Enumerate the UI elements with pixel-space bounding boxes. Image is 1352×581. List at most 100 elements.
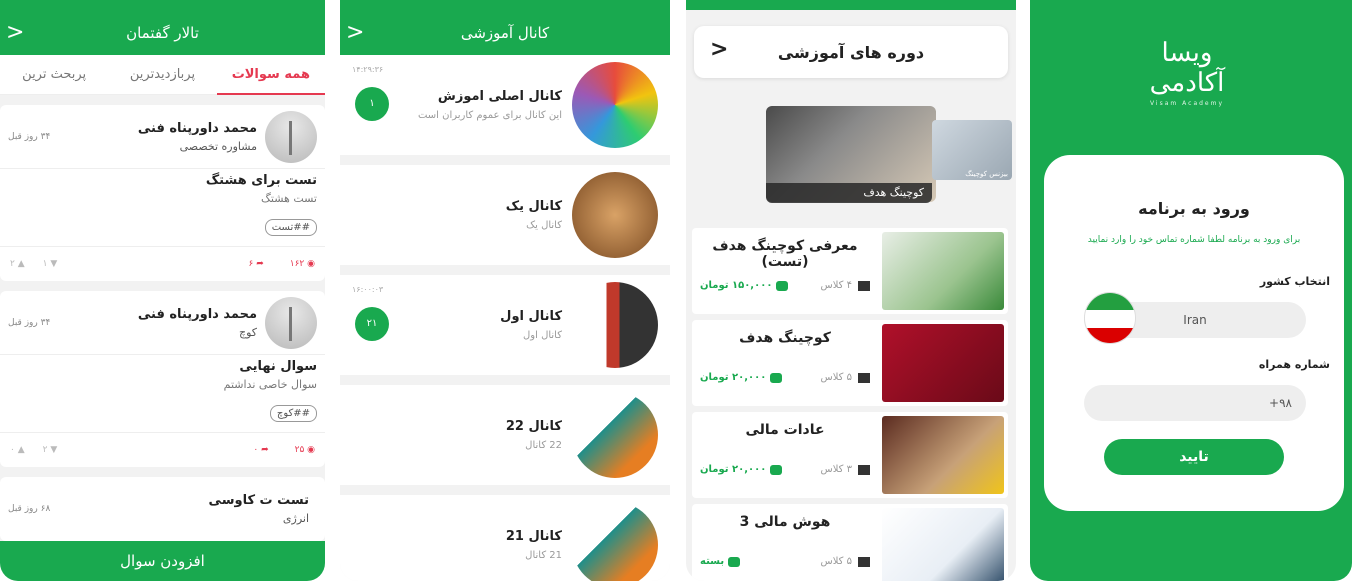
channel-title: کانال یک — [505, 199, 562, 214]
status-bar — [686, 0, 1016, 10]
dislike-button[interactable]: ▼ ۲ — [43, 445, 58, 455]
author-role: مشاوره تخصصی — [179, 139, 257, 153]
course-card[interactable]: هوش مالی 3 ۵ کلاس بسته — [692, 504, 1008, 581]
channel-image — [572, 392, 658, 478]
dislike-button[interactable]: ▼ ۱ — [43, 259, 58, 269]
channel-time: ۱۴:۲۹:۳۶ — [352, 65, 384, 74]
avatar — [265, 110, 317, 163]
coins-icon — [776, 280, 789, 291]
submit-button[interactable]: تایید — [1104, 439, 1284, 475]
channel-item[interactable]: کانال اصلی اموزش این کانال برای عموم کار… — [340, 55, 670, 155]
question-subtitle: تست هشتگ — [261, 192, 317, 205]
forum-screen: < تالار گفتمان همه سوالات پربازدیدترین پ… — [0, 0, 325, 581]
course-price: ۱۵۰,۰۰۰ تومان — [700, 280, 789, 291]
class-count: ۵ کلاس — [821, 372, 870, 383]
tab-most-viewed[interactable]: پربازدیدترین — [108, 55, 216, 95]
tab-all-questions[interactable]: همه سوالات — [216, 55, 325, 95]
unread-badge: ۱ — [355, 87, 389, 121]
question-title: سوال نهایی — [239, 359, 317, 374]
course-image — [882, 232, 1004, 310]
author-name: تست ت کاوسی — [208, 493, 309, 508]
author-name: محمد داورپناه فنی — [137, 306, 257, 322]
like-button[interactable]: ▲ ۰ — [10, 445, 25, 455]
question-card[interactable]: محمد داورپناه فنی مشاوره تخصصی ۳۴ روز قب… — [0, 105, 325, 281]
login-title: ورود به برنامه — [1138, 199, 1250, 218]
course-title: عادات مالی — [745, 422, 825, 438]
course-image — [882, 416, 1004, 494]
status-bar — [0, 0, 325, 10]
comment-count[interactable]: ➦ ۶ — [249, 259, 264, 269]
like-button[interactable]: ▲ ۲ — [10, 259, 25, 269]
phone-input[interactable]: +۹۸ — [1084, 385, 1306, 421]
question-card[interactable]: تست ت کاوسی انرژی ۶۸ روز قبل — [0, 477, 325, 541]
coins-icon — [770, 464, 783, 475]
add-question-button[interactable]: افزودن سوال — [0, 541, 325, 581]
course-image — [882, 324, 1004, 402]
iran-flag-icon — [1084, 292, 1136, 344]
back-icon[interactable]: < — [6, 20, 24, 45]
course-title: کوچینگ هدف — [739, 330, 831, 346]
channel-desc: 22 کانال — [525, 440, 562, 451]
channel-item[interactable]: کانال 21 21 کانال — [340, 495, 670, 581]
channel-desc: 21 کانال — [525, 550, 562, 561]
unread-badge: ۲۱ — [355, 307, 389, 341]
banner-caption: کوچینگ هدف — [766, 183, 932, 203]
question-card[interactable]: محمد داورپناه فنی کوچ ۳۴ روز قبل سوال نه… — [0, 291, 325, 467]
country-label: انتخاب کشور — [1259, 275, 1330, 288]
phone-label: شماره همراه — [1258, 358, 1330, 371]
channel-title: کانال 21 — [505, 529, 562, 544]
page-title: دوره های آموزشی — [777, 42, 925, 62]
channels-header: < کانال آموزشی — [340, 10, 670, 55]
view-count: ◉ ۱۶۲ — [289, 259, 315, 269]
app-logo: ویسا آکادمی Visam Academy — [1149, 38, 1225, 107]
folder-icon — [858, 280, 870, 291]
coins-icon — [770, 372, 783, 383]
course-card[interactable]: کوچینگ هدف ۵ کلاس ۲۰,۰۰۰ تومان — [692, 320, 1008, 406]
login-card: ورود به برنامه برای ورود به برنامه لطفا … — [1044, 155, 1344, 511]
course-title: معرفی کوچینگ هدف (تست) — [712, 238, 858, 270]
channel-image — [572, 502, 658, 581]
class-count: ۵ کلاس — [821, 556, 870, 567]
channel-item[interactable]: کانال 22 22 کانال — [340, 385, 670, 485]
hashtag-chip[interactable]: ##تست — [264, 219, 317, 236]
course-card[interactable]: معرفی کوچینگ هدف (تست) ۴ کلاس ۱۵۰,۰۰۰ تو… — [692, 228, 1008, 314]
folder-icon — [858, 372, 870, 383]
post-age: ۳۴ روز قبل — [8, 317, 51, 328]
channel-desc: کانال یک — [526, 220, 562, 231]
page-title: کانال آموزشی — [460, 23, 550, 42]
question-subtitle: سوال خاصی نداشتم — [223, 378, 317, 391]
banner-mini-image[interactable]: بیزنس کوچینگ — [932, 120, 1012, 180]
channel-time: ۱۶:۰۰:۰۳ — [352, 285, 384, 294]
back-icon[interactable]: < — [710, 37, 728, 62]
course-title: هوش مالی 3 — [739, 514, 831, 530]
page-title: تالار گفتمان — [126, 23, 199, 42]
comment-count[interactable]: ➦ ۰ — [253, 445, 268, 455]
back-icon[interactable]: < — [346, 20, 364, 45]
channels-screen: < کانال آموزشی کانال اصلی اموزش این کانا… — [340, 0, 670, 581]
tab-most-discussed[interactable]: پربحث ترین — [0, 55, 108, 95]
status-bar — [1030, 0, 1352, 10]
login-hint: برای ورود به برنامه لطفا شماره تماس خود … — [1087, 235, 1301, 245]
courses-screen: < دوره های آموزشی بیزنس کوچینگ کوچینگ هد… — [686, 0, 1016, 581]
courses-header: < دوره های آموزشی — [694, 26, 1008, 78]
channel-item[interactable]: کانال یک کانال یک — [340, 165, 670, 265]
course-card[interactable]: عادات مالی ۳ کلاس ۲۰,۰۰۰ تومان — [692, 412, 1008, 498]
class-count: ۴ کلاس — [821, 280, 870, 291]
course-price: ۲۰,۰۰۰ تومان — [700, 464, 783, 475]
author-role: انرژی — [282, 512, 309, 525]
channel-image — [572, 172, 658, 258]
coins-icon — [728, 556, 741, 567]
channel-image — [572, 62, 658, 148]
channel-item[interactable]: کانال اول کانال اول ۱۶:۰۰:۰۳ ۲۱ — [340, 275, 670, 375]
view-count: ◉ ۲۵ — [294, 445, 315, 455]
hashtag-chip[interactable]: ##کوچ — [269, 405, 317, 422]
course-image — [882, 508, 1004, 581]
course-price: ۲۰,۰۰۰ تومان — [700, 372, 783, 383]
forum-tabs: همه سوالات پربازدیدترین پربحث ترین — [0, 55, 325, 95]
channel-title: کانال 22 — [505, 419, 562, 434]
post-age: ۳۴ روز قبل — [8, 131, 51, 142]
class-count: ۳ کلاس — [821, 464, 870, 475]
avatar — [265, 296, 317, 349]
forum-header: < تالار گفتمان — [0, 10, 325, 55]
status-bar — [340, 0, 670, 10]
